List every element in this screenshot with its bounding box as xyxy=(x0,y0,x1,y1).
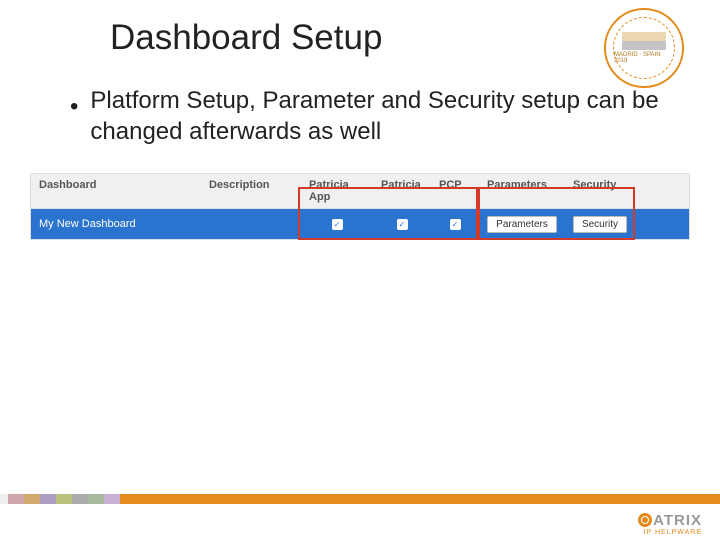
bullet-item: • Platform Setup, Parameter and Security… xyxy=(70,86,660,147)
slide-title: Dashboard Setup xyxy=(110,18,382,58)
th-description: Description xyxy=(201,174,301,208)
badge-caption: MADRID · SPAIN 2019 xyxy=(614,52,674,64)
th-dashboard: Dashboard xyxy=(31,174,201,208)
brand-ring-icon xyxy=(638,513,652,527)
brand-tagline: IP HELPWARE xyxy=(638,529,702,536)
highlight-box-param-security xyxy=(478,187,635,240)
badge-graphic xyxy=(622,32,666,50)
slide-footer: ATRIX IP HELPWARE xyxy=(0,494,720,540)
highlight-box-platform xyxy=(298,187,478,240)
brand-logo: ATRIX IP HELPWARE xyxy=(638,512,702,536)
conference-badge: MADRID · SPAIN 2019 xyxy=(604,8,684,88)
brand-name: ATRIX xyxy=(638,512,702,529)
bullet-dot-icon: • xyxy=(70,92,78,147)
bullet-text: Platform Setup, Parameter and Security s… xyxy=(90,86,660,147)
cell-dashboard-name: My New Dashboard xyxy=(31,213,201,235)
dashboard-table: Dashboard Description Patricia App Patri… xyxy=(30,173,690,240)
cell-description xyxy=(201,219,301,229)
footer-color-stripe xyxy=(0,494,720,504)
table-row[interactable]: My New Dashboard ✓ ✓ ✓ Parameters Securi… xyxy=(31,209,689,239)
slide: Dashboard Setup MADRID · SPAIN 2019 • Pl… xyxy=(0,0,720,540)
